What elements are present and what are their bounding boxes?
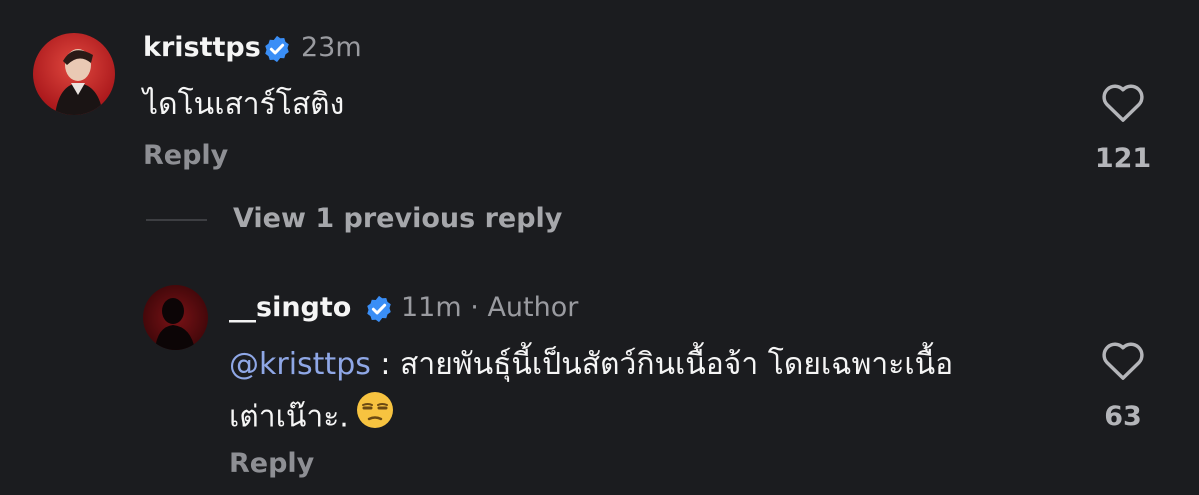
comment-time: 23m xyxy=(301,32,362,63)
reply-time: 11m xyxy=(401,292,462,323)
avatar[interactable] xyxy=(33,33,115,115)
reply-text-line1: @kristtps : สายพันธุ์นี้เป็นสัตว์กินเนื้… xyxy=(229,340,1049,390)
avatar-photo-icon xyxy=(33,33,115,115)
like-count: 121 xyxy=(1094,143,1152,174)
like-button[interactable] xyxy=(1100,339,1146,381)
reply-text-tail: เต่าเน๊าะ. xyxy=(229,399,349,435)
view-previous-replies-button[interactable]: View 1 previous reply xyxy=(233,203,562,234)
unamused-face-emoji xyxy=(355,390,395,446)
author-label: Author xyxy=(487,292,579,323)
comment-text: ไดโนเสาร์โสติง xyxy=(143,87,345,122)
comment-username[interactable]: kristtps xyxy=(143,32,261,63)
replies-divider xyxy=(146,219,207,221)
heart-icon xyxy=(1102,342,1144,380)
reply-username[interactable]: __singto xyxy=(229,292,351,323)
mention-link[interactable]: @kristtps xyxy=(229,347,371,382)
reply-text: @kristtps : สายพันธุ์นี้เป็นสัตว์กินเนื้… xyxy=(229,340,1049,446)
avatar-silhouette-icon xyxy=(143,285,208,350)
reply-button[interactable]: Reply xyxy=(229,448,314,479)
reply-button[interactable]: Reply xyxy=(143,140,228,171)
heart-icon xyxy=(1102,84,1144,122)
verified-badge-icon xyxy=(262,34,292,68)
verified-badge-icon xyxy=(364,294,394,328)
reply-avatar[interactable] xyxy=(143,285,208,350)
reply-meta: 11m · Author xyxy=(401,292,578,323)
reply-text-line2: เต่าเน๊าะ. xyxy=(229,390,1049,446)
like-count: 63 xyxy=(1104,401,1142,432)
reply-text-body: : สายพันธุ์นี้เป็นสัตว์กินเนื้อจ้า โดยเฉ… xyxy=(370,347,954,382)
meta-separator: · xyxy=(470,292,479,323)
like-button[interactable] xyxy=(1100,81,1146,123)
